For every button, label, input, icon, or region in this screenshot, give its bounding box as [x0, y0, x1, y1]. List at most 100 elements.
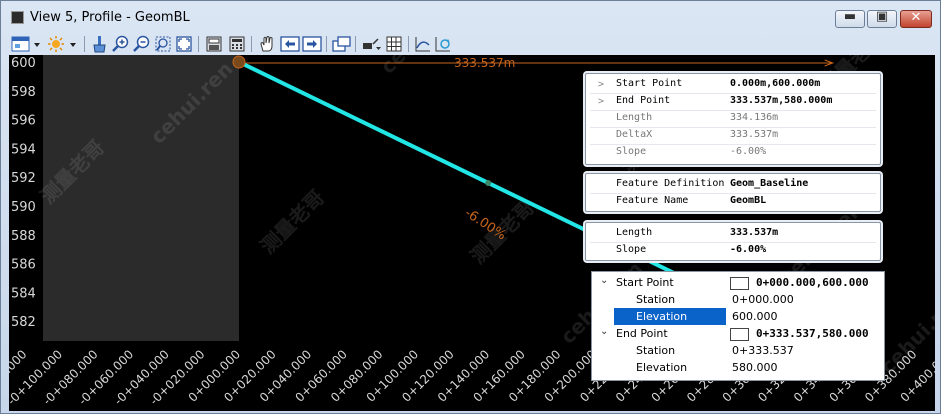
previous-view-icon[interactable] [280, 35, 300, 53]
prop-row-start-elevation[interactable]: Elevation 600.000 [592, 308, 884, 325]
label-value: 333.537m,580.000m [730, 95, 833, 106]
toolbar-separator [326, 36, 327, 52]
prop-key: Station [636, 293, 676, 306]
y-tick-label: 596 [11, 114, 36, 129]
y-tick-label: 588 [11, 229, 36, 244]
collapse-chevron-icon[interactable]: ⌄ [600, 326, 608, 337]
label-value: 333.537m [730, 129, 779, 140]
prop-row-end-elevation[interactable]: Elevation 580.000 [592, 359, 884, 376]
y-tick-label: 584 [11, 286, 36, 301]
label-value: 334.136m [730, 112, 779, 123]
color-swatch[interactable] [730, 277, 749, 290]
profile-view-window: View 5, Profile - GeomBL ▬ ▣ ✕ 600 598 596… [0, 0, 941, 414]
label-row-feature-definition: Feature Definition Geom_Baseline [586, 176, 880, 193]
expand-chevron-icon[interactable]: > [598, 96, 604, 107]
label-key: Slope [616, 146, 647, 157]
dropdown-arrow-icon[interactable] [68, 35, 78, 53]
label-row-length: Length 333.537m [586, 225, 880, 242]
label-key: Feature Definition [616, 178, 725, 189]
prop-value[interactable]: 600.000 [732, 310, 778, 323]
dropdown-arrow-icon[interactable] [32, 35, 42, 53]
label-key: Start Point [616, 78, 683, 89]
close-icon: ✕ [910, 10, 922, 25]
prop-key: Station [636, 344, 676, 357]
zoom-in-icon[interactable] [112, 35, 130, 53]
app-icon [11, 11, 24, 24]
prop-row-start-point[interactable]: ⌄ Start Point 0+000.000,600.000 [592, 274, 884, 291]
prop-value[interactable]: 0+333.537,580.000 [756, 327, 869, 340]
y-tick-label: 586 [11, 258, 36, 273]
label-key: Length [616, 112, 653, 123]
fit-brush-icon[interactable] [91, 35, 109, 53]
label-row-slope: Slope -6.00% [586, 144, 880, 161]
prop-key: Start Point [616, 276, 674, 289]
toolbar-separator [251, 36, 252, 52]
zoom-out-icon[interactable] [133, 35, 151, 53]
toolbar-separator [355, 36, 356, 52]
label-value: 333.537m [730, 227, 779, 238]
prop-key: Elevation [636, 361, 688, 374]
feature-label-card[interactable]: Feature Definition Geom_Baseline Feature… [585, 173, 881, 212]
pan-hand-icon[interactable] [258, 35, 276, 53]
prop-value[interactable]: 0+000.000,600.000 [756, 276, 869, 289]
next-view-icon[interactable] [302, 35, 322, 53]
grid-icon[interactable] [385, 35, 403, 53]
minimize-button[interactable]: ▬ [835, 9, 865, 28]
prop-key: End Point [616, 327, 668, 340]
label-row-slope: Slope -6.00% [586, 242, 880, 259]
title-bar[interactable]: View 5, Profile - GeomBL ▬ ▣ ✕ [1, 1, 940, 33]
label-value: Geom_Baseline [730, 178, 809, 189]
y-tick-label: 594 [11, 142, 36, 157]
label-row-end-point[interactable]: > End Point 333.537m,580.000m [586, 93, 880, 110]
toolbar-separator [198, 36, 199, 52]
toolbar [9, 34, 934, 54]
color-swatch[interactable] [730, 328, 749, 341]
label-row-length: Length 334.136m [586, 110, 880, 127]
refresh-profile-icon[interactable] [434, 35, 452, 53]
y-tick-label: 592 [11, 171, 36, 186]
y-tick-label: 598 [11, 85, 36, 100]
geometry-label-card[interactable]: > Start Point 0.000m,600.000m > End Poin… [585, 73, 881, 165]
save-view-icon[interactable] [205, 35, 223, 53]
label-value: GeomBL [730, 195, 767, 206]
label-key: DeltaX [616, 129, 653, 140]
profile-curve-icon[interactable] [414, 35, 432, 53]
label-value: 0.000m,600.000m [730, 78, 821, 89]
expand-chevron-icon[interactable]: > [598, 79, 604, 90]
maximize-icon: ▣ [875, 9, 889, 24]
close-button[interactable]: ✕ [900, 10, 932, 28]
maximize-button[interactable]: ▣ [867, 9, 897, 28]
watermark-text: 测量老哥 [256, 185, 330, 259]
brightness-icon[interactable] [47, 35, 65, 53]
property-grid[interactable]: ⌄ Start Point 0+000.000,600.000 Station … [591, 271, 885, 381]
dimension-label: 333.537m [454, 56, 515, 70]
view-attributes-icon[interactable] [11, 35, 31, 53]
prop-value[interactable]: 580.000 [732, 361, 778, 374]
prop-row-end-point[interactable]: ⌄ End Point 0+333.537,580.000 [592, 325, 884, 342]
length-label-card[interactable]: Length 333.537m Slope -6.00% [585, 222, 881, 261]
toolbar-separator [408, 36, 409, 52]
calculator-icon[interactable] [228, 35, 246, 53]
label-key: Feature Name [616, 195, 689, 206]
fit-view-icon[interactable] [175, 35, 193, 53]
label-key: Length [616, 227, 653, 238]
prop-value[interactable]: 0+000.000 [732, 293, 794, 306]
prop-value[interactable]: 0+333.537 [732, 344, 794, 357]
mid-point-marker [485, 179, 492, 186]
prop-row-start-station[interactable]: Station 0+000.000 [592, 291, 884, 308]
collapse-chevron-icon[interactable]: ⌄ [600, 275, 608, 286]
label-row-deltax: DeltaX 333.537m [586, 127, 880, 144]
label-row-feature-name: Feature Name GeomBL [586, 193, 880, 210]
view-settings-icon[interactable] [361, 35, 383, 53]
minimize-icon: ▬ [843, 9, 857, 24]
y-tick-label: 600 [11, 56, 36, 71]
window-title: View 5, Profile - GeomBL [30, 10, 190, 25]
window-area-icon[interactable] [154, 35, 172, 53]
prop-row-end-station[interactable]: Station 0+333.537 [592, 342, 884, 359]
label-value: -6.00% [730, 146, 767, 157]
start-point-marker [232, 55, 246, 69]
label-row-start-point[interactable]: > Start Point 0.000m,600.000m [586, 76, 880, 93]
y-tick-label: 590 [11, 200, 36, 215]
copy-view-icon[interactable] [331, 35, 351, 53]
label-key: End Point [616, 95, 671, 106]
